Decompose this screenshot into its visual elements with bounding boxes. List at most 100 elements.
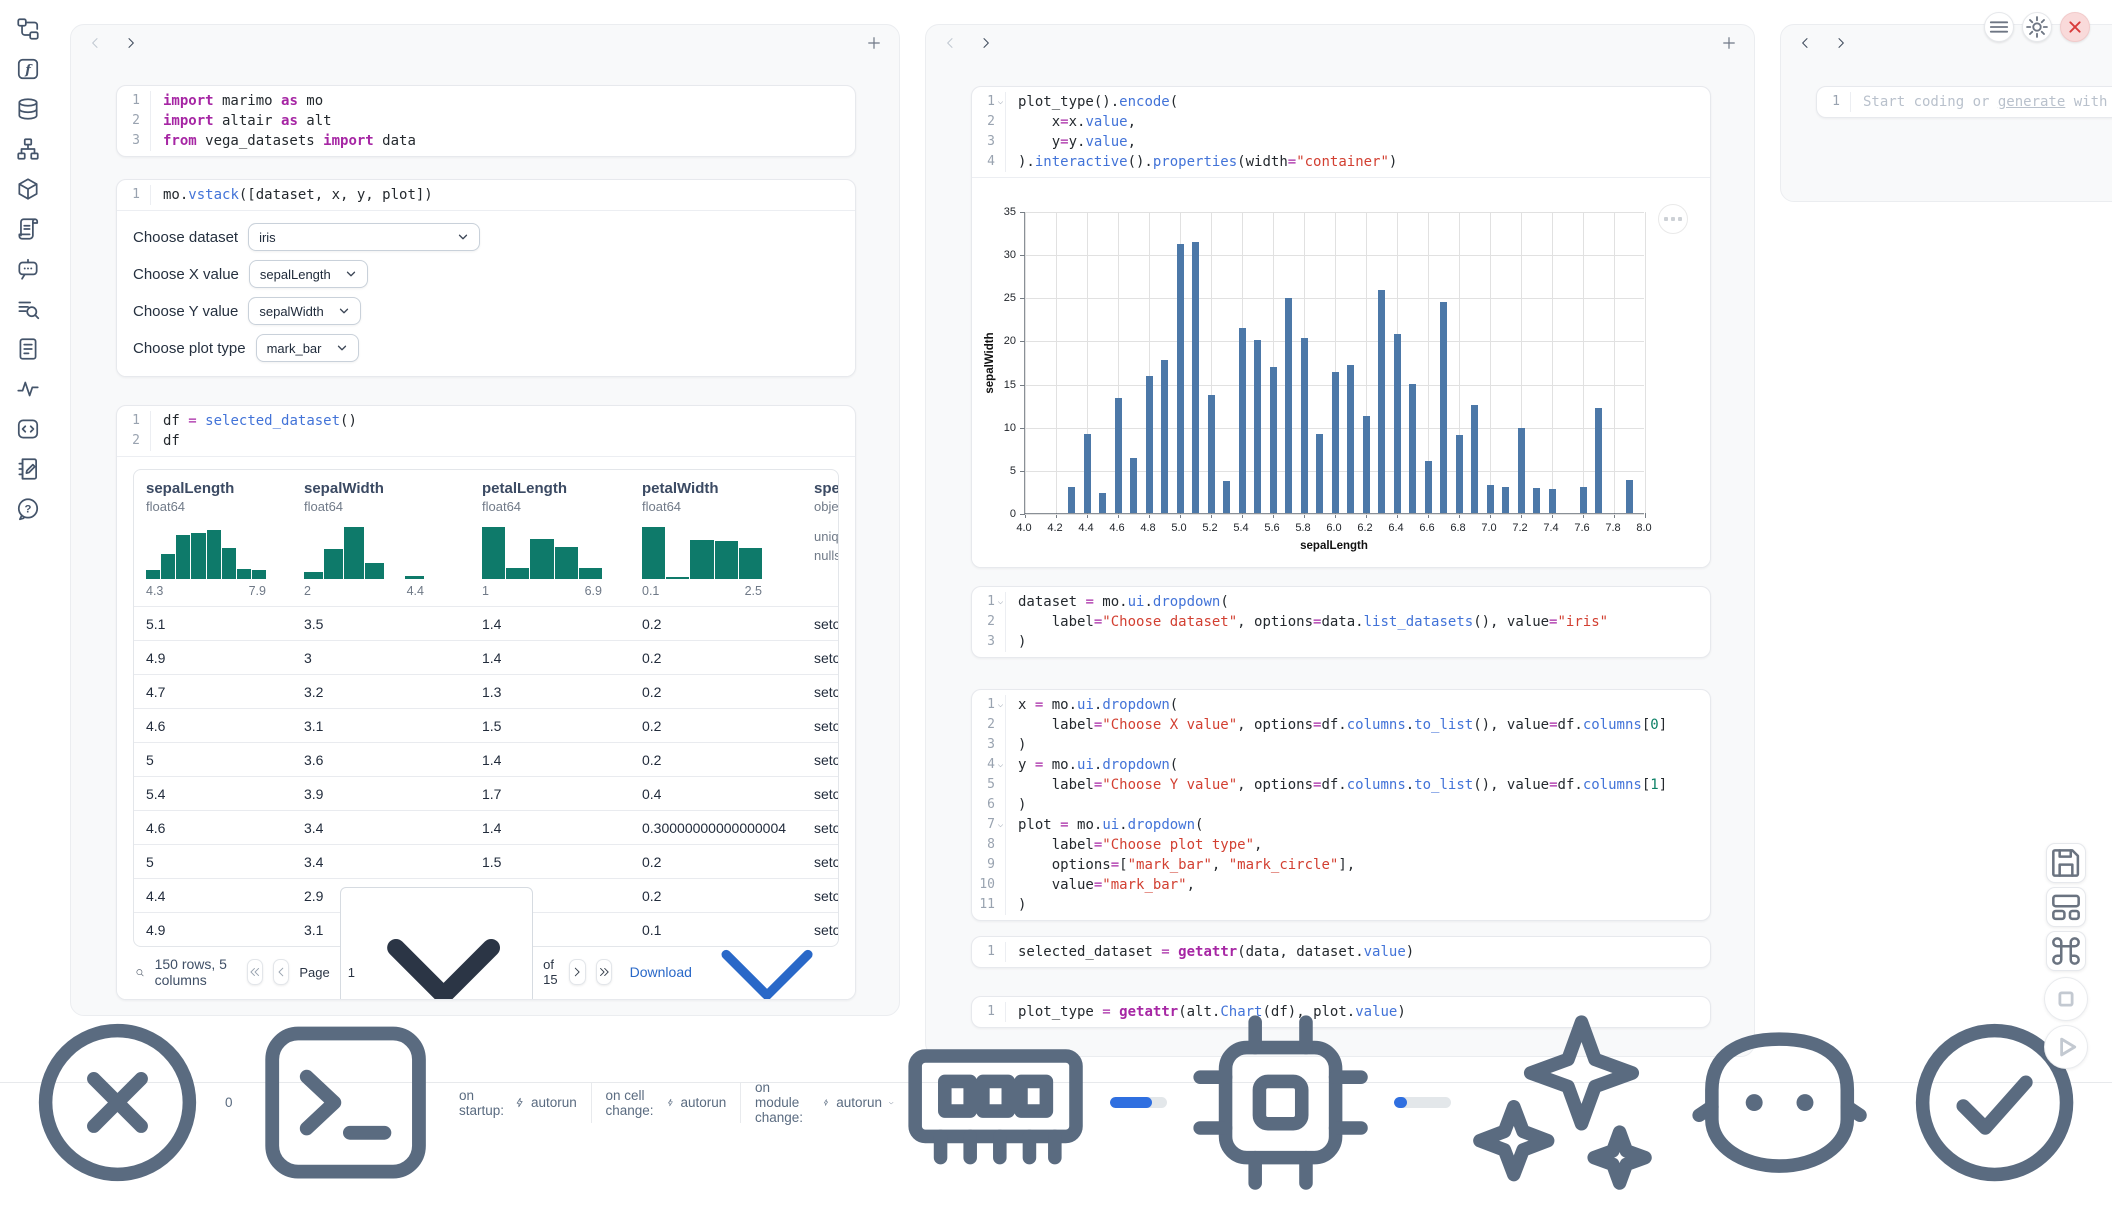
sidebar-file-tree-button[interactable] [15, 16, 41, 42]
sidebar-notebook-button[interactable] [15, 456, 41, 482]
dropdown-select-2[interactable]: sepalWidth [248, 297, 360, 325]
table-row[interactable]: 4.63.41.40.30000000000000004setosa [134, 810, 838, 844]
errors-badge[interactable]: 0 [16, 1001, 232, 1204]
code-line: 3from vega_datasets import data [117, 131, 855, 151]
last-page-button[interactable] [596, 959, 612, 985]
next-page-button[interactable] [569, 959, 585, 985]
layout-toggle-button[interactable] [2046, 887, 2086, 927]
column-header-petalLength[interactable]: petalLengthfloat6416.9 [470, 470, 630, 606]
first-page-button[interactable] [247, 959, 263, 985]
x-tick-label: 4.8 [1140, 522, 1155, 534]
svg-text:?: ? [25, 503, 32, 515]
sidebar-dependency-graph-button[interactable] [15, 136, 41, 162]
x-tick-label: 7.4 [1543, 522, 1558, 534]
column-scroll-left-button[interactable] [87, 35, 103, 51]
table-row[interactable]: 4.931.40.2setosa [134, 640, 838, 674]
close-button[interactable] [2060, 12, 2090, 42]
config-value: autorun [531, 1095, 577, 1110]
copilot-button[interactable] [1678, 1001, 1881, 1204]
sidebar-functions-button[interactable]: f [15, 56, 41, 82]
code-editor[interactable]: 1df = selected_dataset()2df [117, 406, 855, 456]
line-number: 1 [117, 411, 151, 431]
sidebar-snippets-button[interactable] [15, 416, 41, 442]
chart-bar [1626, 480, 1633, 513]
prev-page-button[interactable] [273, 959, 289, 985]
sidebar-ai-chat-button[interactable] [15, 256, 41, 282]
table-row[interactable]: 4.73.21.30.2setosa [134, 674, 838, 708]
runtime-config-0[interactable]: on startup:autorun [459, 1088, 577, 1118]
table-row[interactable]: 5.13.51.40.2setosa [134, 606, 838, 640]
table-cell: 0.30000000000000004 [630, 811, 802, 844]
column-scroll-right-button[interactable] [1833, 35, 1849, 51]
column-header-sepalLength[interactable]: sepalLengthfloat644.37.9 [134, 470, 292, 606]
table-cell: 3.5 [292, 607, 470, 640]
column-scroll-right-button[interactable] [123, 35, 139, 51]
cpu-icon [1179, 1001, 1382, 1204]
y-tick-label: 35 [976, 206, 1016, 218]
code-editor[interactable]: 1import marimo as mo2import altair as al… [117, 86, 855, 156]
code-editor[interactable]: 1plot_type().encode(2 x=x.value,3 y=y.va… [972, 87, 1710, 177]
page-select[interactable]: 1 [340, 887, 533, 1000]
code-editor[interactable]: 1x = mo.ui.dropdown(2 label="Choose X va… [972, 690, 1710, 920]
x-tick-label: 5.2 [1202, 522, 1217, 534]
runtime-config-2[interactable]: on module change:autorun [755, 1080, 894, 1125]
search-icon [135, 964, 145, 981]
menu-button[interactable] [1984, 12, 2014, 42]
command-palette-button[interactable] [2046, 931, 2086, 971]
table-row[interactable]: 53.61.40.2setosa [134, 742, 838, 776]
stop-button[interactable] [2044, 977, 2088, 1021]
sidebar-database-button[interactable] [15, 96, 41, 122]
column-scroll-left-button[interactable] [942, 35, 958, 51]
table-row[interactable]: 53.41.50.2setosa [134, 844, 838, 878]
y-axis-title: sepalWidth [984, 332, 996, 393]
chart-bar [1099, 493, 1106, 513]
code-editor-placeholder[interactable]: 1Start coding or generate with AI! [1817, 87, 2112, 117]
sidebar-documentation-button[interactable] [15, 336, 41, 362]
table-cell: setosa [802, 641, 838, 674]
table-row[interactable]: 4.63.11.50.2setosa [134, 708, 838, 742]
code-line: 2 label="Choose X value", options=df.col… [972, 715, 1710, 735]
runtime-config-1[interactable]: on cell change:autorun [605, 1088, 726, 1118]
code-line: 6) [972, 795, 1710, 815]
x-tick-label: 5.0 [1171, 522, 1186, 534]
sidebar-tracing-button[interactable] [15, 376, 41, 402]
ai-sparkles-button[interactable] [1463, 1001, 1666, 1204]
add-column-button[interactable] [865, 34, 883, 52]
chart-bar [1115, 398, 1122, 513]
sidebar-logs-button[interactable] [15, 216, 41, 242]
column-header-sepalWidth[interactable]: sepalWidthfloat6424.4 [292, 470, 470, 606]
run-button[interactable] [2044, 1025, 2088, 1069]
download-button[interactable]: Download [630, 902, 837, 1000]
dropdown-select-1[interactable]: sepalLength [249, 260, 368, 288]
sidebar-scratchpad-button[interactable] [15, 296, 41, 322]
x-axis-title: sepalLength [1300, 540, 1368, 552]
column-header-species[interactable]: speciesobjectunique:nulls: [802, 470, 838, 606]
dropdown-select-0[interactable]: iris [248, 223, 480, 251]
column-scroll-left-button[interactable] [1797, 35, 1813, 51]
code-line: 2 label="Choose dataset", options=data.l… [972, 612, 1710, 632]
column-scroll-right-button[interactable] [978, 35, 994, 51]
code-editor[interactable]: 1dataset = mo.ui.dropdown(2 label="Choos… [972, 587, 1710, 657]
settings-button[interactable] [2022, 12, 2052, 42]
sidebar-help-button[interactable]: ? [15, 496, 41, 522]
table-cell: 4.6 [134, 811, 292, 844]
terminal-button[interactable] [242, 999, 449, 1206]
column-2-header [926, 25, 1754, 61]
dropdown-select-3[interactable]: mark_bar [256, 334, 359, 362]
code-editor[interactable]: 1selected_dataset = getattr(data, datase… [972, 937, 1710, 967]
code-line: 1import marimo as mo [117, 91, 855, 111]
y-tick-label: 15 [976, 379, 1016, 391]
chevron-down-small-icon [996, 598, 1005, 607]
line-number: 2 [972, 715, 1006, 735]
add-column-button[interactable] [1720, 34, 1738, 52]
table-cell: 1.7 [470, 777, 630, 810]
chevron-right-icon [1833, 35, 1849, 51]
table-row[interactable]: 5.43.91.70.4setosa [134, 776, 838, 810]
table-search-icon[interactable] [135, 964, 145, 981]
column-header-petalWidth[interactable]: petalWidthfloat640.12.5 [630, 470, 802, 606]
x-tick-label: 8.0 [1636, 522, 1651, 534]
save-button[interactable] [2046, 843, 2086, 883]
sidebar-package-button[interactable] [15, 176, 41, 202]
chart-actions-button[interactable] [1658, 204, 1688, 234]
code-editor[interactable]: 1mo.vstack([dataset, x, y, plot]) [117, 180, 855, 210]
